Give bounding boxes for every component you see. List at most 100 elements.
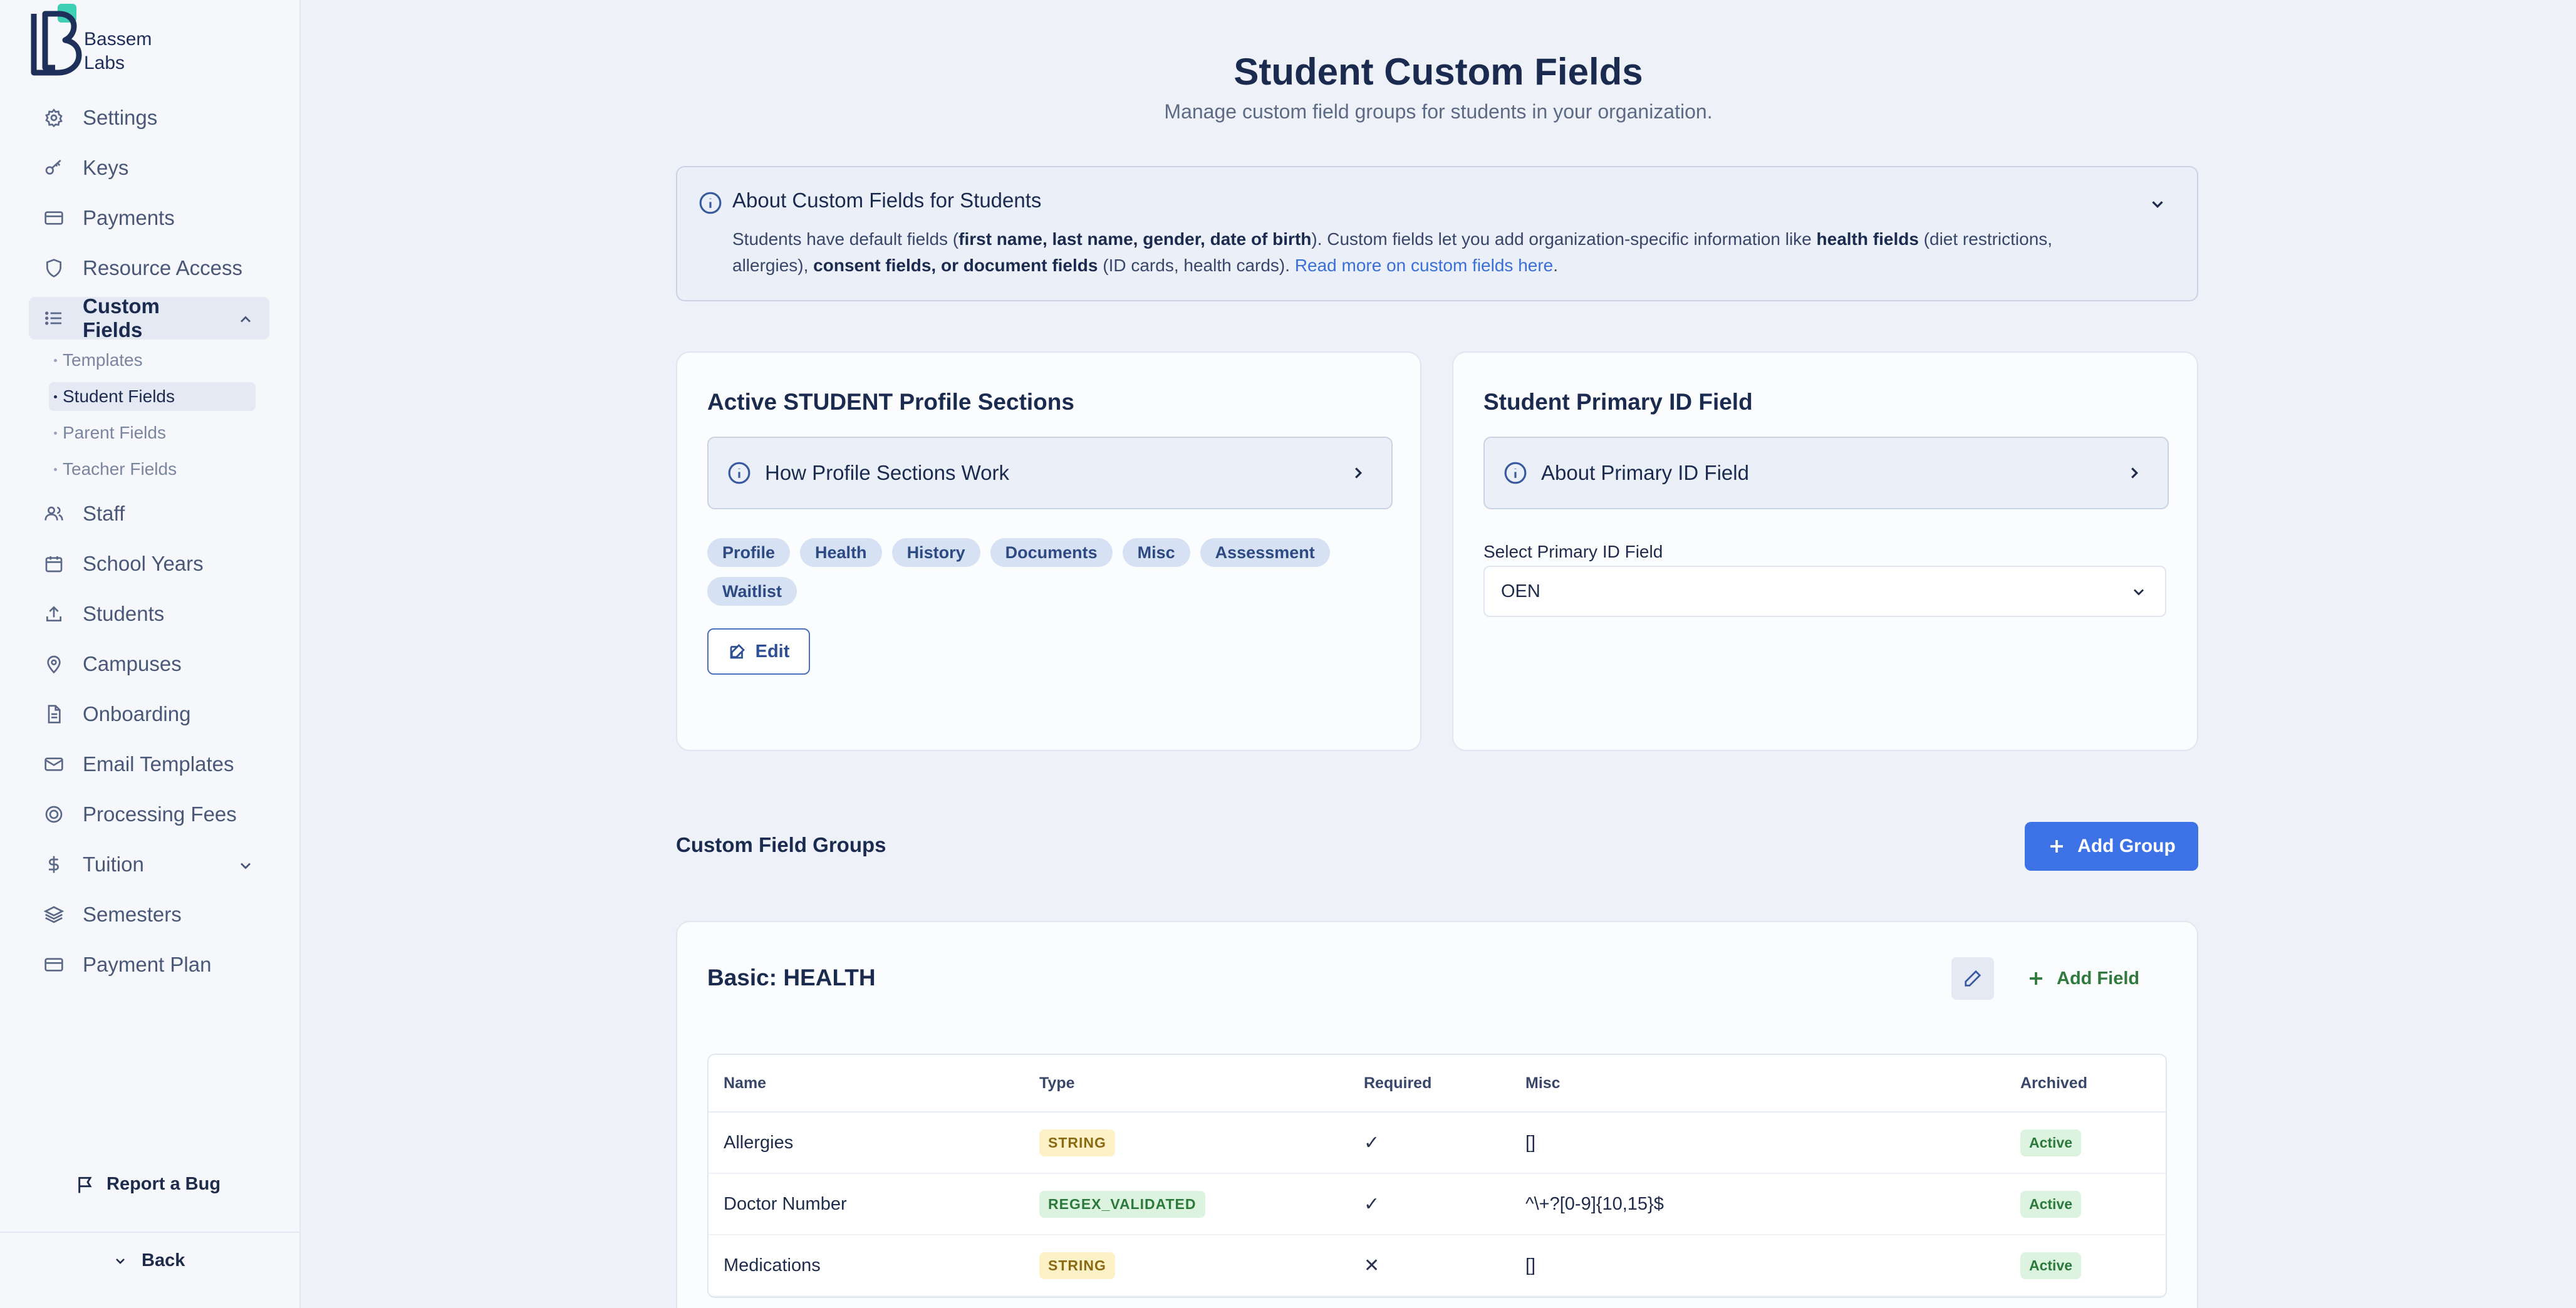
sidebar-item-settings[interactable]: Settings xyxy=(29,96,269,139)
edit-group-button[interactable] xyxy=(1951,957,1994,1000)
sidebar-item-custom-fields[interactable]: Custom Fields xyxy=(29,294,269,341)
sidebar-item-email-templates[interactable]: Email Templates xyxy=(29,743,269,786)
status-badge: Active xyxy=(2020,1129,2082,1156)
brand-name-line1: Bassem xyxy=(84,29,152,49)
column-header-type[interactable]: Type xyxy=(1039,1074,1364,1093)
sidebar-item-students[interactable]: Students xyxy=(29,593,269,635)
how-profile-sections-work-row[interactable]: How Profile Sections Work xyxy=(707,437,1393,509)
cell-name: Allergies xyxy=(724,1132,794,1153)
primary-id-select-label: Select Primary ID Field xyxy=(1483,542,1663,561)
chevron-down-icon[interactable] xyxy=(237,856,254,873)
column-header-archived[interactable]: Archived xyxy=(2020,1074,2166,1093)
about-text-2: ). Custom fields let you add organizatio… xyxy=(1311,229,1817,249)
about-title: About Custom Fields for Students xyxy=(732,189,1042,212)
key-icon xyxy=(44,158,64,178)
about-custom-fields-panel[interactable]: About Custom Fields for Students Student… xyxy=(676,166,2198,301)
sidebar-item-semesters[interactable]: Semesters xyxy=(29,893,269,936)
read-more-link[interactable]: Read more on custom fields here xyxy=(1295,256,1553,275)
section-chip: History xyxy=(891,538,980,567)
page-title: Student Custom Fields xyxy=(1233,51,1643,93)
sidebar-item-campuses[interactable]: Campuses xyxy=(29,643,269,685)
page-subtitle: Manage custom field groups for students … xyxy=(1164,100,1713,123)
sidebar-nav: Settings Keys Payments Resource Access C… xyxy=(29,96,269,994)
about-text-1: Students have default fields ( xyxy=(732,229,959,249)
brand-logo[interactable]: Bassem Labs xyxy=(30,3,193,78)
sidebar-item-staff[interactable]: Staff xyxy=(29,492,269,535)
table-row[interactable]: Allergies STRING ✓ [] Active xyxy=(709,1113,2166,1174)
sidebar-subitem-label: Student Fields xyxy=(63,387,175,406)
section-chip: Waitlist xyxy=(707,577,797,606)
about-description: Students have default fields (first name… xyxy=(732,226,2111,279)
section-chip: Misc xyxy=(1122,538,1190,567)
table-row[interactable]: Medications STRING ✕ [] Active xyxy=(709,1235,2166,1297)
sidebar-item-payment-plan[interactable]: Payment Plan xyxy=(29,943,269,986)
sidebar-item-resource-access[interactable]: Resource Access xyxy=(29,247,269,289)
sidebar-subitem-parent-fields[interactable]: Parent Fields xyxy=(49,418,256,447)
about-primary-id-row[interactable]: About Primary ID Field xyxy=(1483,437,2169,509)
gear-icon xyxy=(44,108,64,128)
pencil-icon xyxy=(1965,970,1981,987)
sidebar-item-label: Campuses xyxy=(83,652,182,675)
sidebar-item-label: Students xyxy=(83,602,165,625)
sidebar-subitem-student-fields[interactable]: Student Fields xyxy=(49,382,256,411)
profile-section-chips: Profile Health History Documents Misc As… xyxy=(707,538,1396,606)
sidebar-item-onboarding[interactable]: Onboarding xyxy=(29,693,269,735)
cell-archived: Active xyxy=(2020,1190,2166,1218)
sidebar-item-processing-fees[interactable]: Processing Fees xyxy=(29,793,269,836)
sidebar-item-label: Settings xyxy=(83,106,158,129)
chevron-down-icon[interactable] xyxy=(2148,195,2167,214)
field-group-card: Basic: HEALTH Add Field Name Type Requir… xyxy=(676,921,2198,1308)
primary-id-selected-value: OEN xyxy=(1501,581,1540,601)
column-header-required[interactable]: Required xyxy=(1364,1074,1525,1093)
add-group-button[interactable]: Add Group xyxy=(2025,822,2198,871)
table-header: Name Type Required Misc Archived xyxy=(709,1055,2166,1113)
sidebar-item-payments[interactable]: Payments xyxy=(29,197,269,239)
required-x-icon: ✕ xyxy=(1364,1255,1380,1276)
cell-name: Doctor Number xyxy=(724,1193,847,1214)
group-title: Basic: HEALTH xyxy=(707,965,876,990)
document-icon xyxy=(44,704,64,724)
required-check-icon: ✓ xyxy=(1364,1193,1380,1215)
sidebar-item-label: Resource Access xyxy=(83,256,242,279)
sidebar-item-school-years[interactable]: School Years xyxy=(29,542,269,585)
sidebar-subitem-templates[interactable]: Templates xyxy=(49,346,256,375)
sidebar-item-tuition[interactable]: Tuition xyxy=(29,843,269,886)
map-pin-icon xyxy=(44,654,64,674)
chevron-up-icon[interactable] xyxy=(237,309,254,327)
dollar-icon xyxy=(44,854,64,875)
report-bug-label: Report a Bug xyxy=(106,1174,221,1194)
sidebar-item-label: Custom Fields xyxy=(83,294,160,341)
column-header-misc[interactable]: Misc xyxy=(1525,1074,2020,1093)
about-bold-consent-fields: consent fields, or document fields xyxy=(813,256,1098,275)
primary-id-select[interactable]: OEN xyxy=(1483,566,2166,617)
edit-icon xyxy=(730,644,745,659)
coin-icon xyxy=(44,804,64,824)
cell-misc: [] xyxy=(1525,1132,1536,1153)
required-check-icon: ✓ xyxy=(1364,1132,1380,1153)
chevron-right-icon xyxy=(2125,464,2144,482)
cell-archived: Active xyxy=(2020,1252,2166,1279)
report-bug-button[interactable]: Report a Bug xyxy=(75,1174,221,1195)
section-chip: Health xyxy=(800,538,882,567)
chevron-down-icon xyxy=(116,1258,125,1264)
users-icon xyxy=(44,504,64,524)
cell-name: Medications xyxy=(724,1255,821,1275)
column-header-name[interactable]: Name xyxy=(724,1074,1039,1093)
type-badge: STRING xyxy=(1039,1129,1115,1156)
sidebar-item-keys[interactable]: Keys xyxy=(29,147,269,189)
sidebar-subitem-teacher-fields[interactable]: Teacher Fields xyxy=(49,455,256,484)
status-badge: Active xyxy=(2020,1190,2082,1218)
custom-field-groups-title: Custom Field Groups xyxy=(676,833,886,856)
sidebar-item-label: Semesters xyxy=(83,903,182,926)
back-button[interactable]: Back xyxy=(113,1250,185,1271)
type-badge: STRING xyxy=(1039,1252,1115,1279)
cell-type: STRING xyxy=(1039,1252,1364,1279)
plus-icon xyxy=(2030,972,2042,985)
credit-card-icon xyxy=(44,208,64,228)
list-icon xyxy=(44,308,64,328)
section-chip: Documents xyxy=(990,538,1113,567)
cell-type: STRING xyxy=(1039,1129,1364,1156)
edit-sections-button[interactable]: Edit xyxy=(707,628,810,675)
table-row[interactable]: Doctor Number REGEX_VALIDATED ✓ ^\+?[0-9… xyxy=(709,1174,2166,1235)
add-field-button[interactable]: Add Field xyxy=(2027,960,2139,997)
